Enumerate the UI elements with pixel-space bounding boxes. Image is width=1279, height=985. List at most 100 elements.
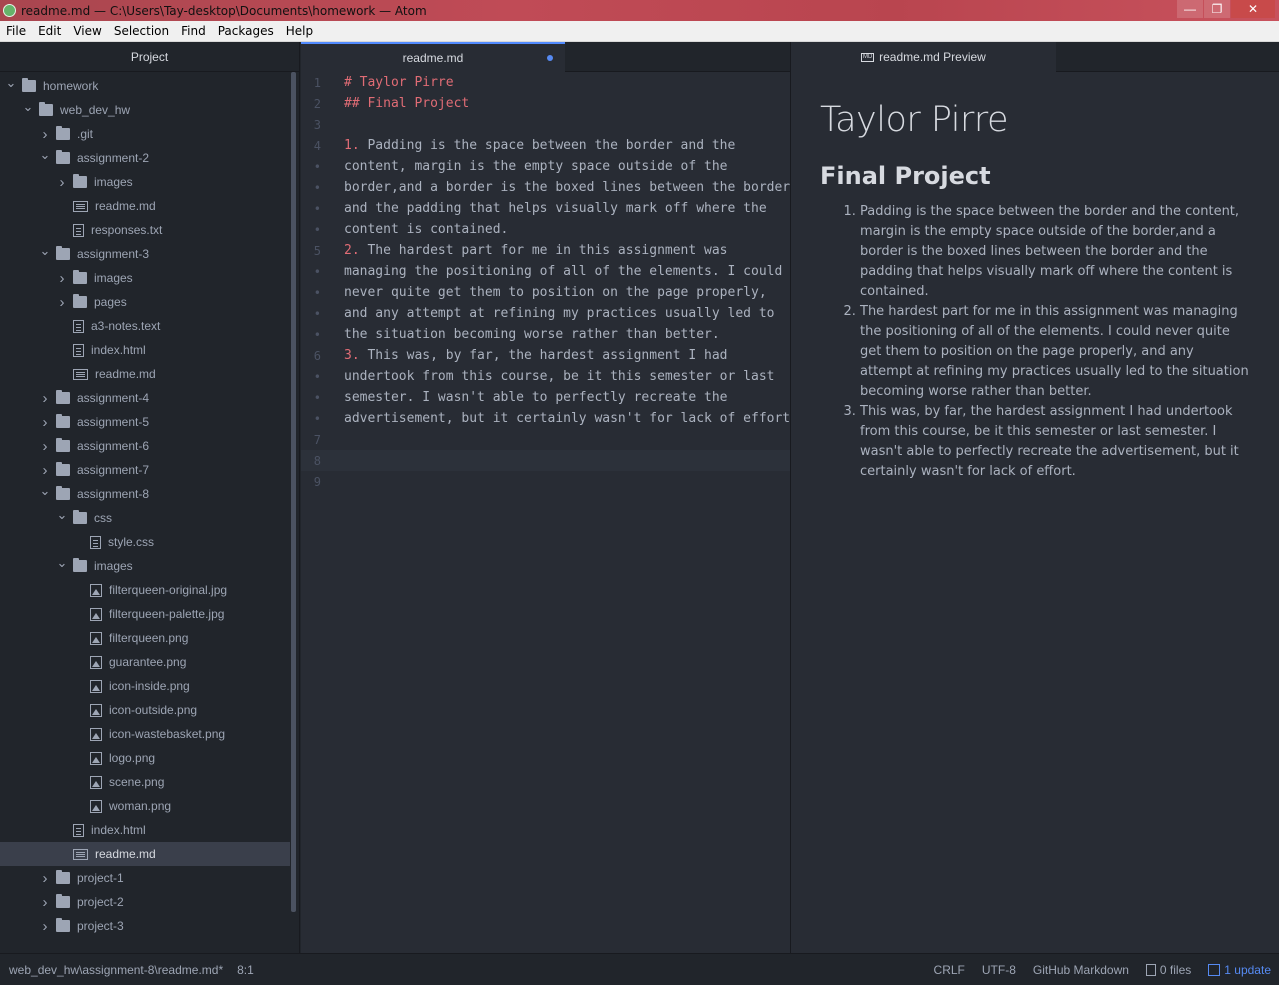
tree-scrollbar[interactable] [291, 72, 296, 912]
tree-file[interactable]: a3-notes.text [0, 314, 290, 338]
menu-edit[interactable]: Edit [32, 24, 67, 38]
tree-file[interactable]: icon-outside.png [0, 698, 290, 722]
code-line[interactable]: 2 ## Final Project [301, 93, 790, 114]
tree-folder[interactable]: ⌄ assignment-2 [0, 146, 290, 170]
tree-folder[interactable]: ⌄ assignment-3 [0, 242, 290, 266]
tree-file[interactable]: readme.md [0, 842, 290, 866]
chevron-right-icon[interactable]: › [40, 870, 50, 887]
chevron-down-icon[interactable]: ⌄ [40, 483, 51, 498]
line-number[interactable]: • [301, 391, 344, 405]
menu-file[interactable]: File [0, 24, 32, 38]
menu-help[interactable]: Help [280, 24, 319, 38]
tree-folder[interactable]: › project-1 [0, 866, 290, 890]
tree-folder[interactable]: ⌄ web_dev_hw [0, 98, 290, 122]
status-file-path[interactable]: web_dev_hw\assignment-8\readme.md* [9, 963, 223, 977]
chevron-down-icon[interactable]: ⌄ [57, 507, 68, 522]
tree-file[interactable]: filterqueen-original.jpg [0, 578, 290, 602]
code-line[interactable]: 5 2. The hardest part for me in this assi… [301, 240, 790, 261]
menu-packages[interactable]: Packages [212, 24, 280, 38]
tree-file[interactable]: readme.md [0, 194, 290, 218]
code-line[interactable]: • advertisement, but it certainly wasn't … [301, 408, 798, 429]
code-line[interactable]: • the situation becoming worse rather tha… [301, 324, 790, 345]
line-number[interactable]: 1 [301, 76, 344, 90]
tree-file[interactable]: icon-wastebasket.png [0, 722, 290, 746]
tab-readme-preview[interactable]: MD readme.md Preview [791, 42, 1056, 72]
code-line[interactable]: • managing the positioning of all of the … [301, 261, 790, 282]
tree-file[interactable]: responses.txt [0, 218, 290, 242]
menu-find[interactable]: Find [175, 24, 212, 38]
code-line[interactable]: • border,and a border is the boxed lines … [301, 177, 790, 198]
tree-panel-title[interactable]: Project [0, 42, 299, 72]
code-line[interactable]: 9 [301, 471, 790, 492]
line-number[interactable]: • [301, 286, 344, 300]
tree-file[interactable]: woman.png [0, 794, 290, 818]
chevron-right-icon[interactable]: › [57, 174, 67, 191]
line-number[interactable]: • [301, 370, 344, 384]
code-line[interactable]: 3 [301, 114, 790, 135]
tree-folder[interactable]: ⌄ css [0, 506, 290, 530]
line-number[interactable]: • [301, 181, 344, 195]
chevron-right-icon[interactable]: › [57, 270, 67, 287]
code-line[interactable]: • content, margin is the empty space outs… [301, 156, 790, 177]
line-number[interactable]: • [301, 160, 344, 174]
line-number[interactable]: • [301, 265, 344, 279]
chevron-down-icon[interactable]: ⌄ [6, 75, 17, 90]
line-number[interactable]: • [301, 328, 344, 342]
line-number[interactable]: 2 [301, 97, 344, 111]
chevron-right-icon[interactable]: › [40, 918, 50, 935]
line-number[interactable]: • [301, 307, 344, 321]
status-git-files[interactable]: 0 files [1145, 963, 1191, 977]
line-number[interactable]: 4 [301, 139, 344, 153]
tree-folder[interactable]: › project-3 [0, 914, 290, 938]
status-cursor-position[interactable]: 8:1 [237, 963, 254, 977]
tree-folder[interactable]: › images [0, 266, 290, 290]
code-line[interactable]: • and any attempt at refining my practice… [301, 303, 790, 324]
chevron-down-icon[interactable]: ⌄ [40, 147, 51, 162]
tree-folder[interactable]: › .git [0, 122, 290, 146]
code-line[interactable]: 1 # Taylor Pirre [301, 72, 790, 93]
code-line[interactable]: • undertook from this course, be it this … [301, 366, 790, 387]
tree-folder[interactable]: › assignment-6 [0, 434, 290, 458]
tree-folder[interactable]: › pages [0, 290, 290, 314]
tree-folder[interactable]: › assignment-4 [0, 386, 290, 410]
code-line[interactable]: • content is contained. [301, 219, 790, 240]
chevron-right-icon[interactable]: › [40, 438, 50, 455]
line-number[interactable]: 9 [301, 475, 344, 489]
tree-folder[interactable]: › assignment-5 [0, 410, 290, 434]
chevron-down-icon[interactable]: ⌄ [40, 243, 51, 258]
chevron-down-icon[interactable]: ⌄ [23, 99, 34, 114]
chevron-right-icon[interactable]: › [40, 462, 50, 479]
tree-folder[interactable]: › project-2 [0, 890, 290, 914]
line-number[interactable]: • [301, 223, 344, 237]
tree-file[interactable]: icon-inside.png [0, 674, 290, 698]
line-number[interactable]: • [301, 202, 344, 216]
chevron-right-icon[interactable]: › [40, 126, 50, 143]
chevron-right-icon[interactable]: › [57, 294, 67, 311]
menu-selection[interactable]: Selection [108, 24, 175, 38]
tree-folder[interactable]: ⌄ homework [0, 74, 290, 98]
tree-file[interactable]: index.html [0, 818, 290, 842]
tree-file[interactable]: filterqueen-palette.jpg [0, 602, 290, 626]
line-number[interactable]: 6 [301, 349, 344, 363]
code-line[interactable]: • never quite get them to position on the… [301, 282, 790, 303]
chevron-right-icon[interactable]: › [40, 414, 50, 431]
status-encoding[interactable]: UTF-8 [982, 963, 1016, 977]
status-package-updates[interactable]: 1 update [1208, 963, 1271, 977]
line-number[interactable]: 8 [301, 454, 344, 468]
tree-file[interactable]: filterqueen.png [0, 626, 290, 650]
code-line[interactable]: 4 1. Padding is the space between the bor… [301, 135, 790, 156]
menu-view[interactable]: View [67, 24, 107, 38]
tree-file[interactable]: readme.md [0, 362, 290, 386]
code-line[interactable]: 8 [301, 450, 790, 471]
line-number[interactable]: 3 [301, 118, 344, 132]
tree-file[interactable]: style.css [0, 530, 290, 554]
maximize-icon[interactable]: ❐ [1204, 0, 1230, 18]
code-line[interactable]: 6 3. This was, by far, the hardest assign… [301, 345, 790, 366]
chevron-right-icon[interactable]: › [40, 894, 50, 911]
tree-folder[interactable]: ⌄ assignment-8 [0, 482, 290, 506]
code-line[interactable]: 7 [301, 429, 790, 450]
line-number[interactable]: 5 [301, 244, 344, 258]
status-line-ending[interactable]: CRLF [934, 963, 965, 977]
line-number[interactable]: • [301, 412, 344, 426]
tree-folder[interactable]: › assignment-7 [0, 458, 290, 482]
